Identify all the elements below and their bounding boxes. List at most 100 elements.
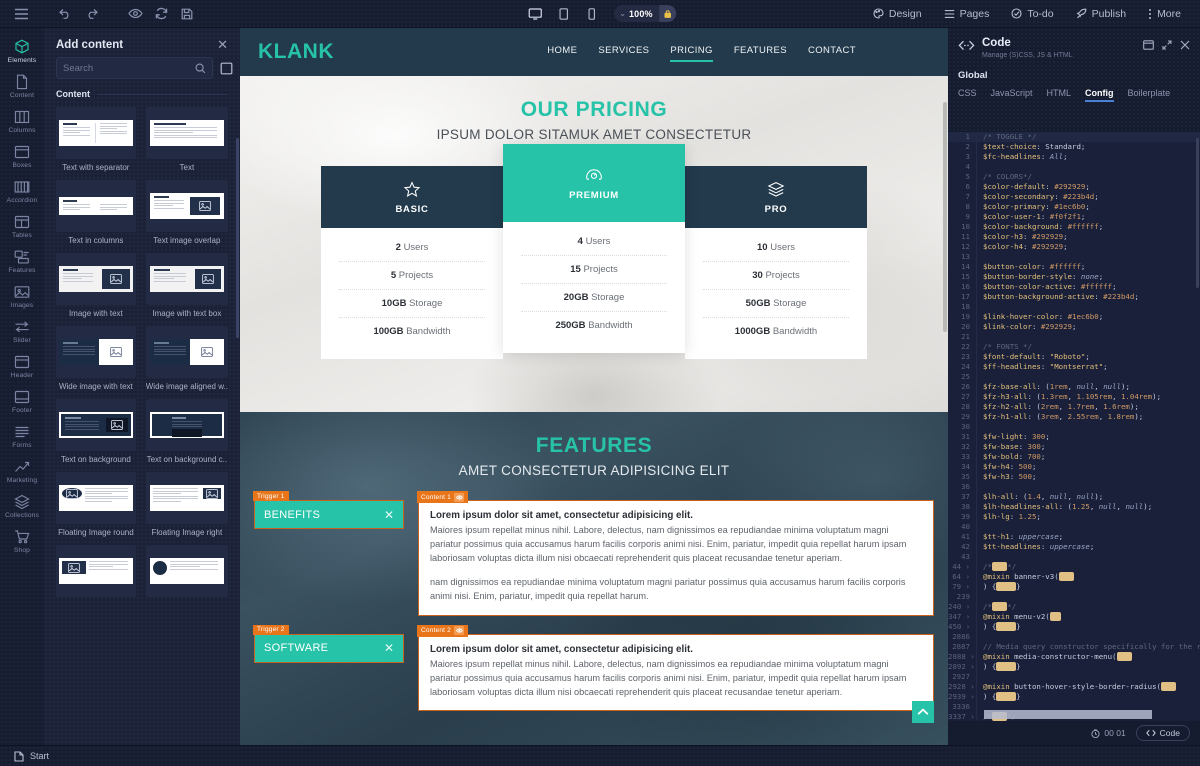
code-line: 37 $lh-all: (1.4, null, null); [948,492,1200,502]
site-nav-link-pricing[interactable]: PRICING [670,45,714,62]
code-line: 34 $fw-h4: 500; [948,462,1200,472]
rail-item-elements[interactable]: Elements [0,34,44,69]
content-thumb[interactable] [145,545,228,601]
code-line-content: ) { } [976,692,1200,702]
todo-button[interactable]: To-do [1000,0,1064,28]
rail-item-content[interactable]: Content [0,69,44,104]
site-nav-link-features[interactable]: FEATURES [734,45,787,59]
design-button[interactable]: Design [862,0,933,28]
canvas-scrollbar[interactable] [943,102,947,332]
site-logo[interactable]: KLANK [258,40,334,64]
content-thumb[interactable]: Image with text box [145,253,228,318]
scroll-to-top-button[interactable] [912,701,934,723]
pages-button[interactable]: Pages [933,0,1001,28]
rail-item-forms[interactable]: Forms [0,419,44,454]
code-line-content: /* TOGGLE */ [976,132,1200,142]
content-thumb[interactable]: Wide image aligned w.. [145,326,228,391]
tablet-icon[interactable] [552,4,574,24]
rail-item-marketing[interactable]: Marketing [0,454,44,489]
search-box[interactable] [56,57,213,79]
content-tag[interactable]: Content 1 [417,491,468,503]
content-thumb[interactable]: Floating Image right [145,472,228,537]
lock-icon[interactable] [658,5,676,22]
site-nav-link-home[interactable]: HOME [547,45,577,59]
code-tab-css[interactable]: CSS [958,88,977,102]
rail-item-shop[interactable]: Shop [0,524,44,559]
rail-item-accordion[interactable]: Accordion [0,174,44,209]
code-tab-javascript[interactable]: JavaScript [991,88,1033,102]
plan-feature-label: Storage [773,298,807,309]
rail-item-tables[interactable]: Tables [0,209,44,244]
code-toggle-button[interactable]: Code [1135,725,1190,741]
trigger-tag[interactable]: Trigger 1 [253,491,289,501]
code-tab-html[interactable]: HTML [1047,88,1072,102]
code-line: 12 $color-h4: #292929; [948,242,1200,252]
accordion-trigger[interactable]: SOFTWARE ✕ [254,633,404,663]
code-editor[interactable]: 1 /* TOGGLE */ 2 $text-choice: Standard;… [948,132,1200,721]
image-icon [14,284,30,301]
rail-item-header[interactable]: Header [0,349,44,384]
save-icon[interactable] [174,3,200,25]
close-icon[interactable]: ✕ [217,38,228,51]
content-thumb[interactable]: Floating Image round [56,472,136,537]
content-thumb[interactable]: Text with separator [56,107,136,172]
columns-icon [14,109,30,126]
rail-item-features[interactable]: Features [0,244,44,279]
content-tag[interactable]: Content 2 [417,624,468,637]
eye-icon[interactable] [454,626,464,636]
rail-item-label: Shop [14,547,30,555]
list-view-icon[interactable] [220,62,233,75]
accordion-content[interactable]: Lorem ipsum dolor sit amet, consectetur … [418,633,934,712]
panel-search-row [44,57,240,79]
hamburger-icon[interactable] [8,3,34,25]
code-line-content [976,672,1200,682]
rail-item-images[interactable]: Images [0,279,44,314]
eye-icon[interactable] [122,3,148,25]
expand-icon[interactable] [1162,37,1172,55]
more-button[interactable]: More [1137,0,1192,28]
rail-item-columns[interactable]: Columns [0,104,44,139]
eye-icon[interactable] [454,492,464,502]
content-thumb[interactable]: Text in columns [56,180,136,245]
zoom-control[interactable]: ⌄ 100% [614,5,676,22]
code-line-number: 10 [961,222,970,231]
plan-feature-value: 4 [577,236,583,247]
refresh-icon[interactable] [148,3,174,25]
accordion-content[interactable]: Lorem ipsum dolor sit amet, consectetur … [418,500,934,616]
rail-item-collections[interactable]: Collections [0,489,44,524]
rail-item-footer[interactable]: Footer [0,384,44,419]
rail-item-boxes[interactable]: Boxes [0,139,44,174]
site-nav-link-contact[interactable]: CONTACT [808,45,856,59]
editor-horizontal-scrollbar[interactable] [984,710,1152,719]
content-thumb[interactable]: Text on background [56,399,136,464]
content-thumb[interactable]: Text on background c.. [145,399,228,464]
content-thumb[interactable]: Image with text [56,253,136,318]
pricing-plan-pro[interactable]: PRO 10 Users 30 Projects 50GB Storage 1000G… [685,166,867,359]
panel-scrollbar[interactable] [236,138,239,338]
search-input[interactable] [63,62,195,74]
rail-item-slider[interactable]: Slider [0,314,44,349]
content-thumb[interactable] [56,545,136,601]
undo-icon[interactable] [52,3,78,25]
content-thumb[interactable]: Text [145,107,228,172]
pricing-plan-premium[interactable]: PREMIUM 4 Users 15 Projects 20GB Storage 25… [503,144,685,353]
plan-header: BASIC [321,166,503,228]
trigger-tag[interactable]: Trigger 2 [253,624,289,635]
pricing-plan-basic[interactable]: BASIC 2 Users 5 Projects 10GB Storage 100GB… [321,166,503,359]
site-nav-link-services[interactable]: SERVICES [598,45,649,59]
editor-vertical-scrollbar[interactable] [1196,138,1199,288]
code-tab-boilerplate[interactable]: Boilerplate [1128,88,1171,102]
redo-icon[interactable] [78,3,104,25]
accordion-trigger[interactable]: BENEFITS ✕ [254,500,404,529]
content-thumb[interactable]: Wide image with text [56,326,136,391]
code-line: 2939 ) { } [948,692,1200,702]
mobile-icon[interactable] [580,4,602,24]
start-page-item[interactable]: Start [14,750,49,762]
close-icon[interactable] [1180,37,1190,55]
content-thumb[interactable]: Text image overlap [145,180,228,245]
code-tab-config[interactable]: Config [1085,88,1114,102]
code-line-content: @mixin menu-v2( [976,612,1200,622]
publish-button[interactable]: Publish [1065,0,1137,28]
window-icon[interactable] [1143,37,1154,55]
desktop-icon[interactable] [524,4,546,24]
